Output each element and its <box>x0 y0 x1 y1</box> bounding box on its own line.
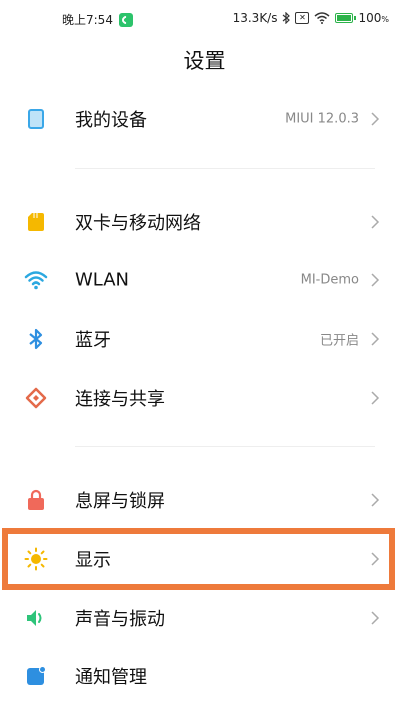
settings-item-my-device[interactable]: 我的设备 MIUI 12.0.3 <box>0 90 409 148</box>
chevron-right-icon <box>371 391 380 405</box>
settings-item-connection-share[interactable]: 连接与共享 <box>0 369 409 427</box>
settings-item-label: 通知管理 <box>75 667 147 688</box>
settings-item-label: 双卡与移动网络 <box>75 213 201 234</box>
settings-item-sim-network[interactable]: 双卡与移动网络 <box>0 193 409 251</box>
settings-item-label: 蓝牙 <box>75 330 111 351</box>
settings-item-bluetooth[interactable]: 蓝牙 已开启 <box>0 310 409 368</box>
chevron-right-icon <box>371 493 380 507</box>
settings-item-value: MI-Demo <box>300 272 359 288</box>
settings-item-value: MIUI 12.0.3 <box>285 111 359 127</box>
notification-icon <box>27 666 46 685</box>
battery-level: 100% <box>358 11 389 25</box>
settings-item-lock-screen[interactable]: 息屏与锁屏 <box>0 471 409 529</box>
settings-item-notifications[interactable]: 通知管理 <box>0 647 409 705</box>
settings-item-label: 连接与共享 <box>75 389 165 410</box>
battery-icon <box>335 13 357 23</box>
status-time: 晚上7:54 <box>62 13 113 27</box>
call-app-icon <box>118 12 133 27</box>
settings-item-label: 声音与振动 <box>75 609 165 630</box>
bluetooth-icon <box>29 328 43 350</box>
chevron-right-icon <box>371 273 380 287</box>
chevron-right-icon <box>371 332 380 346</box>
status-bar: 晚上7:54 13.3K/s ✕ 100% <box>0 0 409 40</box>
wifi-icon <box>24 271 48 290</box>
settings-item-value: 已开启 <box>319 333 359 349</box>
status-left: 晚上7:54 <box>62 11 133 28</box>
connection-share-icon <box>25 387 47 409</box>
chevron-right-icon <box>371 112 380 126</box>
bluetooth-status-icon <box>283 12 291 24</box>
chevron-right-icon <box>371 611 380 625</box>
wifi-status-icon <box>314 12 330 24</box>
sim-off-icon: ✕ <box>295 12 310 24</box>
settings-item-sound-vibration[interactable]: 声音与振动 <box>0 589 409 647</box>
speaker-icon <box>27 610 42 626</box>
settings-item-label: 息屏与锁屏 <box>75 491 165 512</box>
page-title: 设置 <box>183 49 226 73</box>
highlight-box <box>2 528 395 590</box>
settings-item-label: WLAN <box>75 269 130 291</box>
sim-card-icon <box>28 213 44 231</box>
network-speed: 13.3K/s <box>232 11 278 25</box>
chevron-right-icon <box>371 215 380 229</box>
device-icon <box>28 109 44 129</box>
section-divider <box>75 168 375 169</box>
lock-icon <box>28 489 44 510</box>
section-divider <box>75 446 375 447</box>
settings-item-label: 我的设备 <box>75 110 147 131</box>
status-right: 13.3K/s ✕ 100% <box>233 11 389 25</box>
settings-item-wlan[interactable]: WLAN MI-Demo <box>0 251 409 309</box>
